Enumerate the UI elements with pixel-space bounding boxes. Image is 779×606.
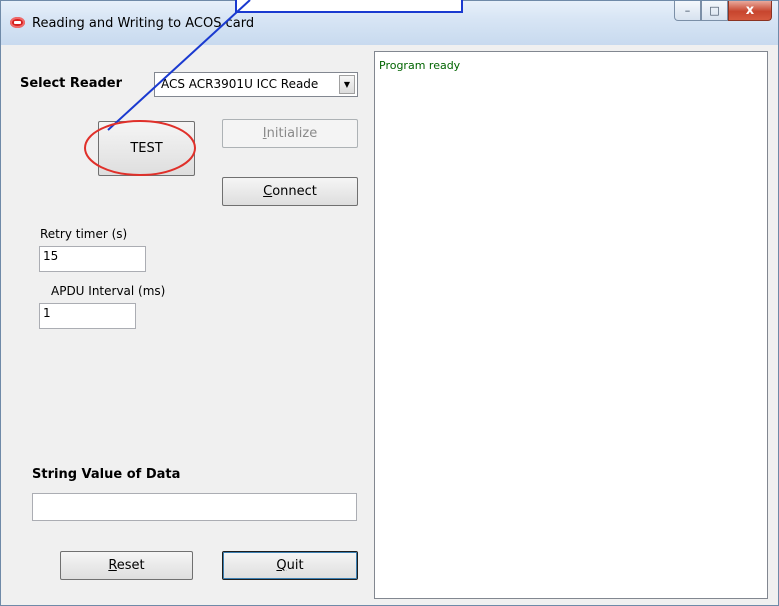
quit-button[interactable]: Quit: [222, 551, 358, 580]
retry-timer-label: Retry timer (s): [40, 227, 128, 241]
initialize-button[interactable]: Initialize: [222, 119, 358, 148]
connect-button-label: Connect: [263, 184, 317, 199]
test-button-label: TEST: [130, 141, 163, 156]
retry-timer-input[interactable]: 15: [39, 246, 146, 272]
test-button[interactable]: TEST: [98, 121, 195, 176]
dropdown-arrow-icon[interactable]: ▼: [339, 75, 355, 94]
reset-button-label: Reset: [108, 558, 145, 573]
reader-select[interactable]: ACS ACR3901U ICC Reade ▼: [154, 72, 358, 97]
main-window: Reading and Writing to ACOS card – □ x S…: [0, 0, 779, 606]
window-controls: – □ x: [674, 1, 772, 23]
minimize-button[interactable]: –: [674, 1, 701, 21]
app-icon: [10, 17, 25, 28]
apdu-interval-label: APDU Interval (ms): [51, 284, 166, 298]
close-button[interactable]: x: [728, 1, 772, 21]
log-text: Program ready: [379, 59, 461, 72]
quit-button-label: Quit: [276, 558, 304, 573]
string-value-label: String Value of Data: [32, 467, 181, 482]
window-title: Reading and Writing to ACOS card: [32, 16, 255, 31]
apdu-interval-input[interactable]: 1: [39, 303, 136, 329]
maximize-button[interactable]: □: [701, 1, 728, 21]
annotation-callout-box: [235, 0, 463, 13]
string-value-input[interactable]: [32, 493, 357, 521]
connect-button[interactable]: Connect: [222, 177, 358, 206]
reset-button[interactable]: Reset: [60, 551, 193, 580]
reader-select-value: ACS ACR3901U ICC Reade: [161, 77, 319, 91]
select-reader-label: Select Reader: [20, 76, 123, 91]
log-output[interactable]: Program ready: [374, 51, 768, 599]
initialize-button-label: Initialize: [262, 126, 318, 141]
